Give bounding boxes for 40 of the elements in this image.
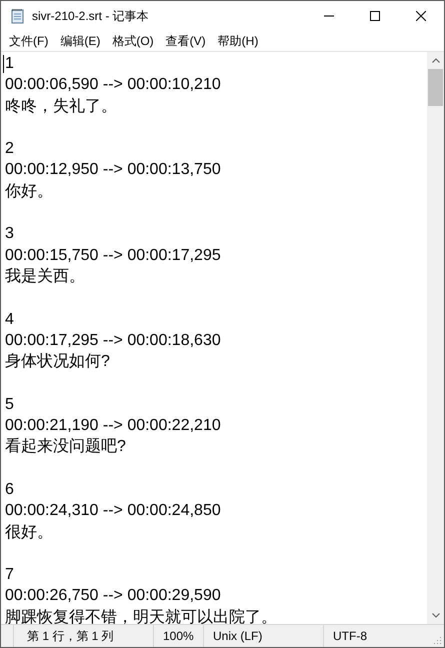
subtitle-timing: 00:00:21,190 --> 00:00:22,210 [5, 416, 222, 436]
menu-item[interactable]: 帮助(H) [212, 31, 264, 51]
window-title: sivr-210-2.srt - 记事本 [32, 8, 149, 25]
cursor-position: 第 1 行，第 1 列 [27, 628, 114, 645]
subtitle-text: 身体状况如何? [5, 352, 111, 372]
subtitle-timing: 00:00:15,750 --> 00:00:17,295 [5, 246, 222, 266]
subtitle-timing: 00:00:26,750 --> 00:00:29,590 [5, 586, 222, 606]
subtitle-timing: 00:00:06,590 --> 00:00:10,210 [5, 75, 222, 96]
menu-item[interactable]: 编辑(E) [54, 31, 106, 51]
menu-item[interactable]: 文件(F) [3, 31, 54, 51]
subtitle-index: 7 [5, 565, 14, 586]
vertical-scrollbar[interactable] [427, 52, 444, 624]
notepad-icon [10, 8, 26, 24]
subtitle-text: 你好。 [5, 182, 54, 202]
chevron-up-icon [432, 58, 440, 63]
subtitle-text: 咚咚，失礼了。 [5, 96, 118, 117]
subtitle-index: 1 [5, 54, 14, 74]
subtitle-index: 6 [5, 480, 14, 500]
subtitle-text: 很好。 [5, 522, 54, 543]
subtitle-text: 我是关西。 [5, 266, 86, 287]
subtitle-timing: 00:00:24,310 --> 00:00:24,850 [5, 501, 222, 522]
close-icon [416, 11, 426, 21]
zoom-level: 100% [163, 628, 194, 645]
subtitle-text: 看起来没问题吧? [5, 436, 127, 458]
chevron-down-icon [432, 613, 440, 618]
subtitle-index: 4 [5, 310, 14, 330]
maximize-icon [370, 11, 380, 21]
encoding: UTF-8 [333, 628, 367, 645]
text-cursor [3, 55, 4, 73]
line-ending: Unix (LF) [213, 628, 262, 645]
subtitle-index: 2 [5, 139, 14, 160]
menu-item[interactable]: 格式(O) [106, 31, 160, 51]
subtitle-text: 脚踝恢复得不错，明天就可以出院了。 [5, 608, 278, 624]
subtitle-timing: 00:00:17,295 --> 00:00:18,630 [5, 330, 222, 351]
menu-item[interactable]: 查看(V) [160, 31, 212, 51]
resize-grip-icon [432, 635, 442, 645]
subtitle-timing: 00:00:12,950 --> 00:00:13,750 [5, 160, 222, 180]
subtitle-index: 3 [5, 224, 14, 244]
subtitle-index: 5 [5, 394, 14, 415]
scroll-thumb[interactable] [428, 69, 443, 106]
